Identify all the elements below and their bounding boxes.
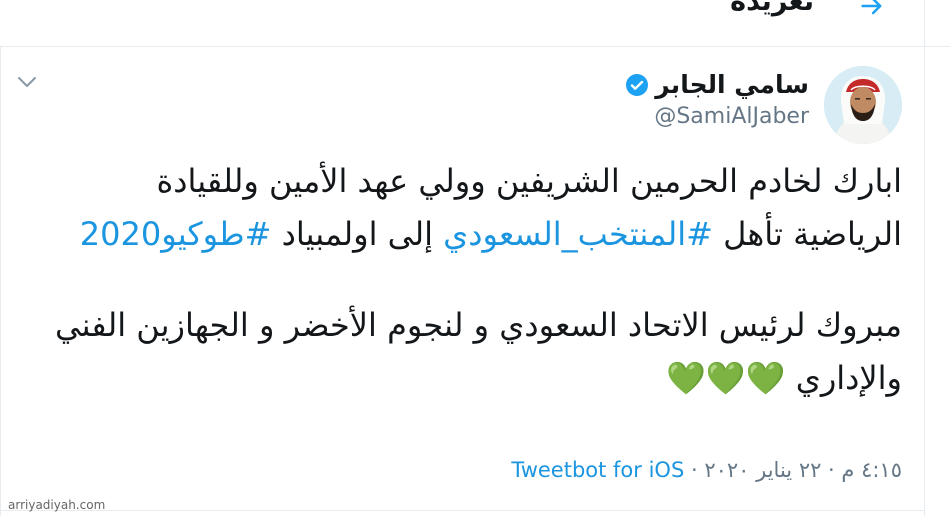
arrow-right-icon [861,0,882,15]
author-handle[interactable]: @SamiAlJaber [654,104,809,129]
right-divider [924,0,925,516]
page-title: تغريدة [730,0,814,17]
avatar[interactable] [824,66,902,144]
tweet-body: ابارك لخادم الحرمين الشريفين وولي عهد ال… [42,155,902,405]
source-app-link[interactable]: Tweetbot for iOS [511,458,684,482]
hashtag-link[interactable]: #طوكيو2020 [80,215,272,253]
author-name-row[interactable]: سامي الجابر [625,70,809,99]
green-heart-emoji: 💚💚💚 [666,359,786,397]
author-display-name[interactable]: سامي الجابر [655,70,809,99]
verified-badge-icon [626,73,649,96]
profile-photo [824,66,902,144]
tweet-text-segment: إلى اولمبياد [271,215,444,253]
tweet-metadata: ٤:١٥ م · ٢٢ يناير ٢٠٢٠ · Tweetbot for iO… [511,458,902,482]
back-button[interactable] [858,0,894,28]
tweet-paragraph: ابارك لخادم الحرمين الشريفين وولي عهد ال… [42,155,902,261]
top-bar: تغريدة [0,0,950,47]
left-divider [0,46,1,516]
hashtag-link[interactable]: #المنتخب_السعودي [443,215,713,253]
tweet-timestamp[interactable]: ٤:١٥ م · ٢٢ يناير ٢٠٢٠ · [684,458,902,482]
bottom-divider [0,510,924,511]
tweet-paragraph: مبروك لرئيس الاتحاد السعودي و لنجوم الأخ… [42,299,902,405]
watermark: arriyadiyah.com [8,498,106,512]
chevron-down-icon[interactable] [16,74,38,88]
tweet-page: تغريدة سامي الجابر @SamiAlJaber ابارك لخ… [0,0,950,516]
